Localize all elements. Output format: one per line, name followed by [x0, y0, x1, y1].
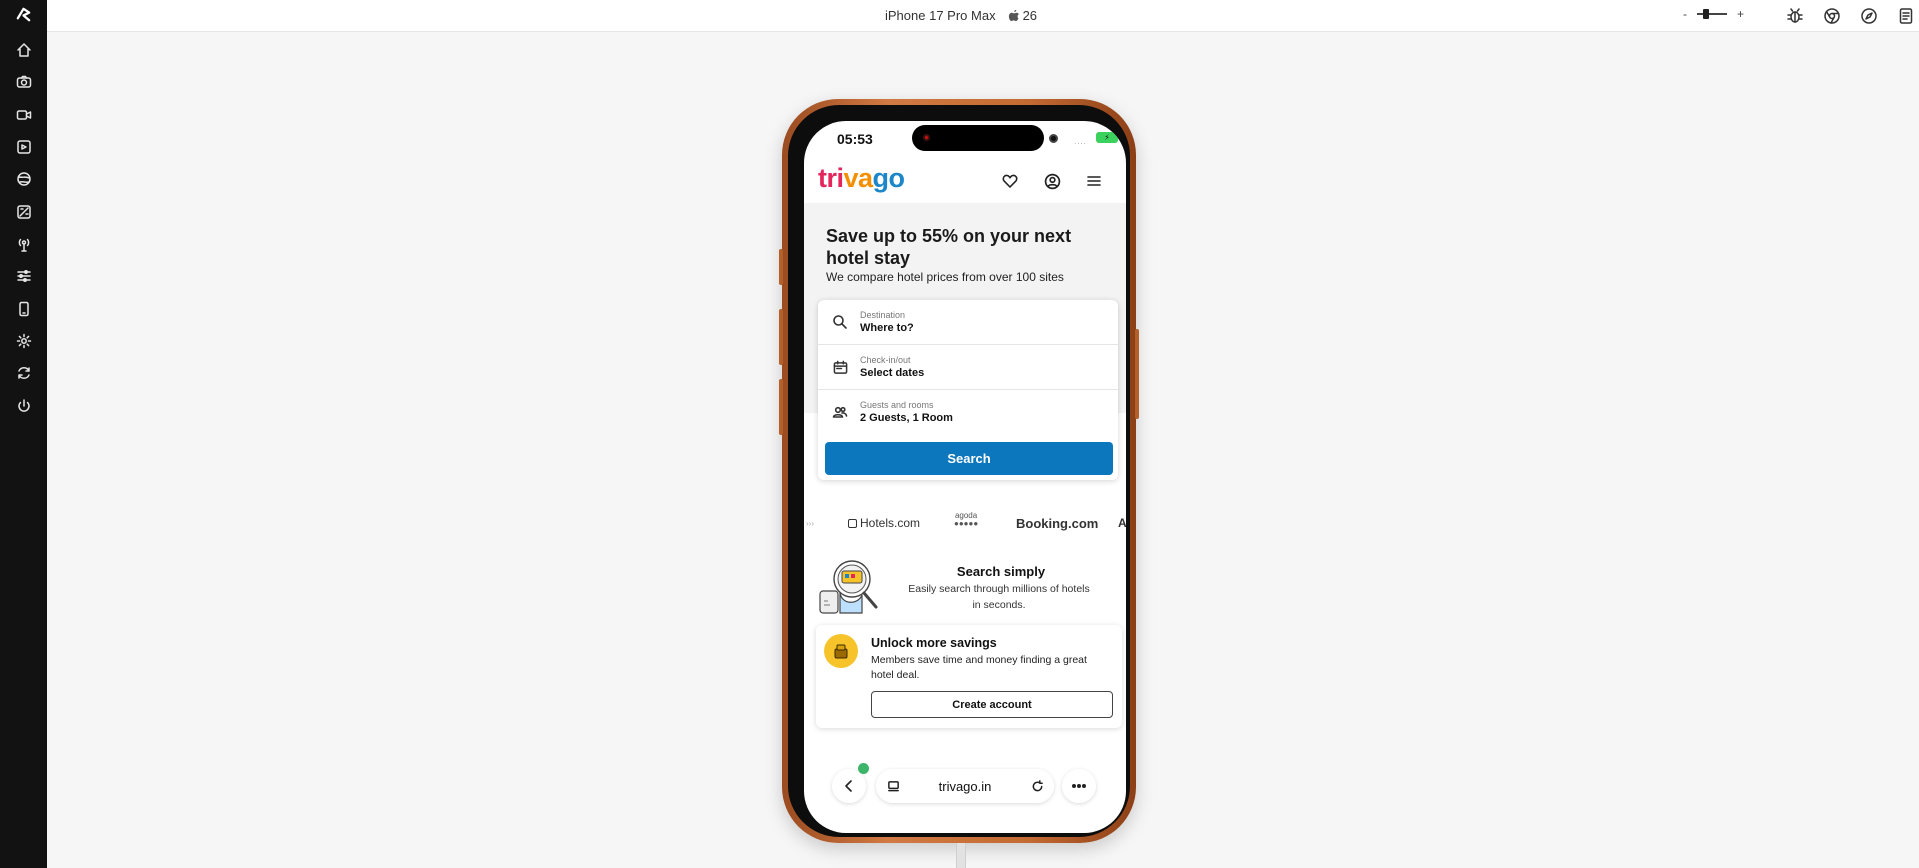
- zoom-control: - +: [1683, 7, 1744, 21]
- guests-label: Guests and rooms: [860, 400, 934, 410]
- volume-up-button: [779, 309, 783, 365]
- partner-booking-com: Booking.com: [1016, 516, 1099, 531]
- bug-icon[interactable]: [1785, 6, 1805, 26]
- battery-icon: ⚡: [1096, 132, 1118, 143]
- camera-icon[interactable]: [14, 72, 33, 91]
- action-button: [779, 249, 783, 285]
- dynamic-island: [912, 125, 1044, 151]
- guests-icon: [831, 403, 849, 421]
- left-sidebar: [0, 0, 47, 868]
- menu-hamburger-icon[interactable]: [1084, 171, 1104, 191]
- feature-title: Search simply: [956, 564, 1046, 579]
- chrome-icon[interactable]: [1822, 6, 1842, 26]
- account-icon[interactable]: [1042, 171, 1062, 191]
- trivago-logo[interactable]: trivago: [818, 163, 905, 194]
- phone-frame: 05:53 .... ⚡ trivago Save up to 55% on y…: [779, 99, 1139, 843]
- phone-screen: 05:53 .... ⚡ trivago Save up to 55% on y…: [804, 121, 1126, 833]
- check-badge-icon: [858, 763, 869, 774]
- dates-label: Check-in/out: [860, 355, 911, 365]
- ellipsis-icon: [1071, 784, 1087, 789]
- app-logo-icon: [14, 5, 33, 24]
- toolbar-tools: [1785, 6, 1916, 26]
- browser-toolbar: trivago.in: [818, 763, 1112, 805]
- phone-bezel: 05:53 .... ⚡ trivago Save up to 55% on y…: [788, 105, 1130, 837]
- home-icon[interactable]: [14, 40, 33, 59]
- image-edit-icon[interactable]: [14, 202, 33, 221]
- search-icon: [831, 313, 849, 331]
- chevron-left-icon: [845, 780, 852, 792]
- calendar-icon: [831, 358, 849, 376]
- os-version: 26: [1008, 8, 1037, 23]
- url-text: trivago.in: [938, 779, 992, 794]
- create-account-button[interactable]: Create account: [871, 691, 1113, 718]
- reload-icon[interactable]: [1030, 779, 1044, 793]
- device-title: iPhone 17 Pro Max 26: [885, 8, 1037, 23]
- front-camera: [1049, 134, 1058, 143]
- address-bar[interactable]: trivago.in: [876, 769, 1054, 803]
- device-name: iPhone 17 Pro Max: [885, 8, 996, 23]
- hero-subheadline: We compare hotel prices from over 100 si…: [826, 270, 1064, 284]
- partner-logo-partial: ›››: [806, 519, 814, 528]
- device-icon[interactable]: [14, 299, 33, 318]
- search-button[interactable]: Search: [825, 442, 1113, 475]
- guests-field[interactable]: Guests and rooms 2 Guests, 1 Room: [818, 390, 1118, 435]
- destination-field[interactable]: Destination Where to?: [818, 300, 1118, 345]
- media-icon[interactable]: [14, 137, 33, 156]
- dates-value: Select dates: [860, 367, 925, 379]
- zoom-in-button[interactable]: +: [1737, 7, 1744, 21]
- sync-icon[interactable]: [14, 363, 33, 382]
- magnifier-illustration-icon: [818, 555, 884, 617]
- charging-cable: [956, 843, 966, 868]
- back-button[interactable]: [832, 769, 866, 803]
- hero-headline: Save up to 55% on your next hotel stay: [826, 226, 1072, 268]
- partner-logo-partial-right: A: [1118, 516, 1126, 530]
- safari-icon[interactable]: [1859, 6, 1879, 26]
- signal-indicator: ....: [1074, 137, 1087, 146]
- favorites-heart-icon[interactable]: [1000, 171, 1020, 191]
- status-time: 05:53: [837, 131, 873, 147]
- zoom-out-button[interactable]: -: [1683, 7, 1687, 21]
- top-toolbar: iPhone 17 Pro Max 26 - +: [47, 0, 1919, 32]
- partner-hotels-com: Hotels.com: [848, 516, 920, 530]
- savings-coin-icon: [824, 634, 858, 668]
- notes-icon[interactable]: [1896, 6, 1916, 26]
- video-icon[interactable]: [14, 105, 33, 124]
- destination-value: Where to?: [860, 322, 914, 334]
- sliders-icon[interactable]: [14, 266, 33, 285]
- globe-icon[interactable]: [14, 169, 33, 188]
- volume-down-button: [779, 379, 783, 435]
- feature-description: Easily search through millions of hotels…: [908, 583, 1090, 611]
- partner-logos: ››› Hotels.com agoda ●●●●● Booking.com A: [804, 511, 1126, 535]
- zoom-slider-thumb[interactable]: [1703, 9, 1709, 19]
- power-icon[interactable]: [14, 396, 33, 415]
- recording-indicator-icon: [923, 134, 930, 141]
- unlock-title: Unlock more savings: [871, 636, 997, 650]
- more-options-button[interactable]: [1062, 769, 1096, 803]
- unlock-description: Members save time and money finding a gr…: [871, 654, 1087, 681]
- destination-label: Destination: [860, 310, 906, 320]
- unlock-savings-card: Unlock more savings Members save time an…: [816, 625, 1122, 728]
- dates-field[interactable]: Check-in/out Select dates: [818, 345, 1118, 390]
- zoom-slider[interactable]: [1697, 9, 1727, 19]
- apple-icon: [1008, 9, 1019, 22]
- partner-agoda: agoda ●●●●●: [954, 511, 979, 528]
- guests-value: 2 Guests, 1 Room: [860, 412, 953, 424]
- antenna-icon[interactable]: [14, 234, 33, 253]
- side-button: [1135, 329, 1139, 419]
- search-form: Destination Where to? Check-in/out Selec…: [818, 300, 1118, 480]
- settings-icon[interactable]: [14, 331, 33, 350]
